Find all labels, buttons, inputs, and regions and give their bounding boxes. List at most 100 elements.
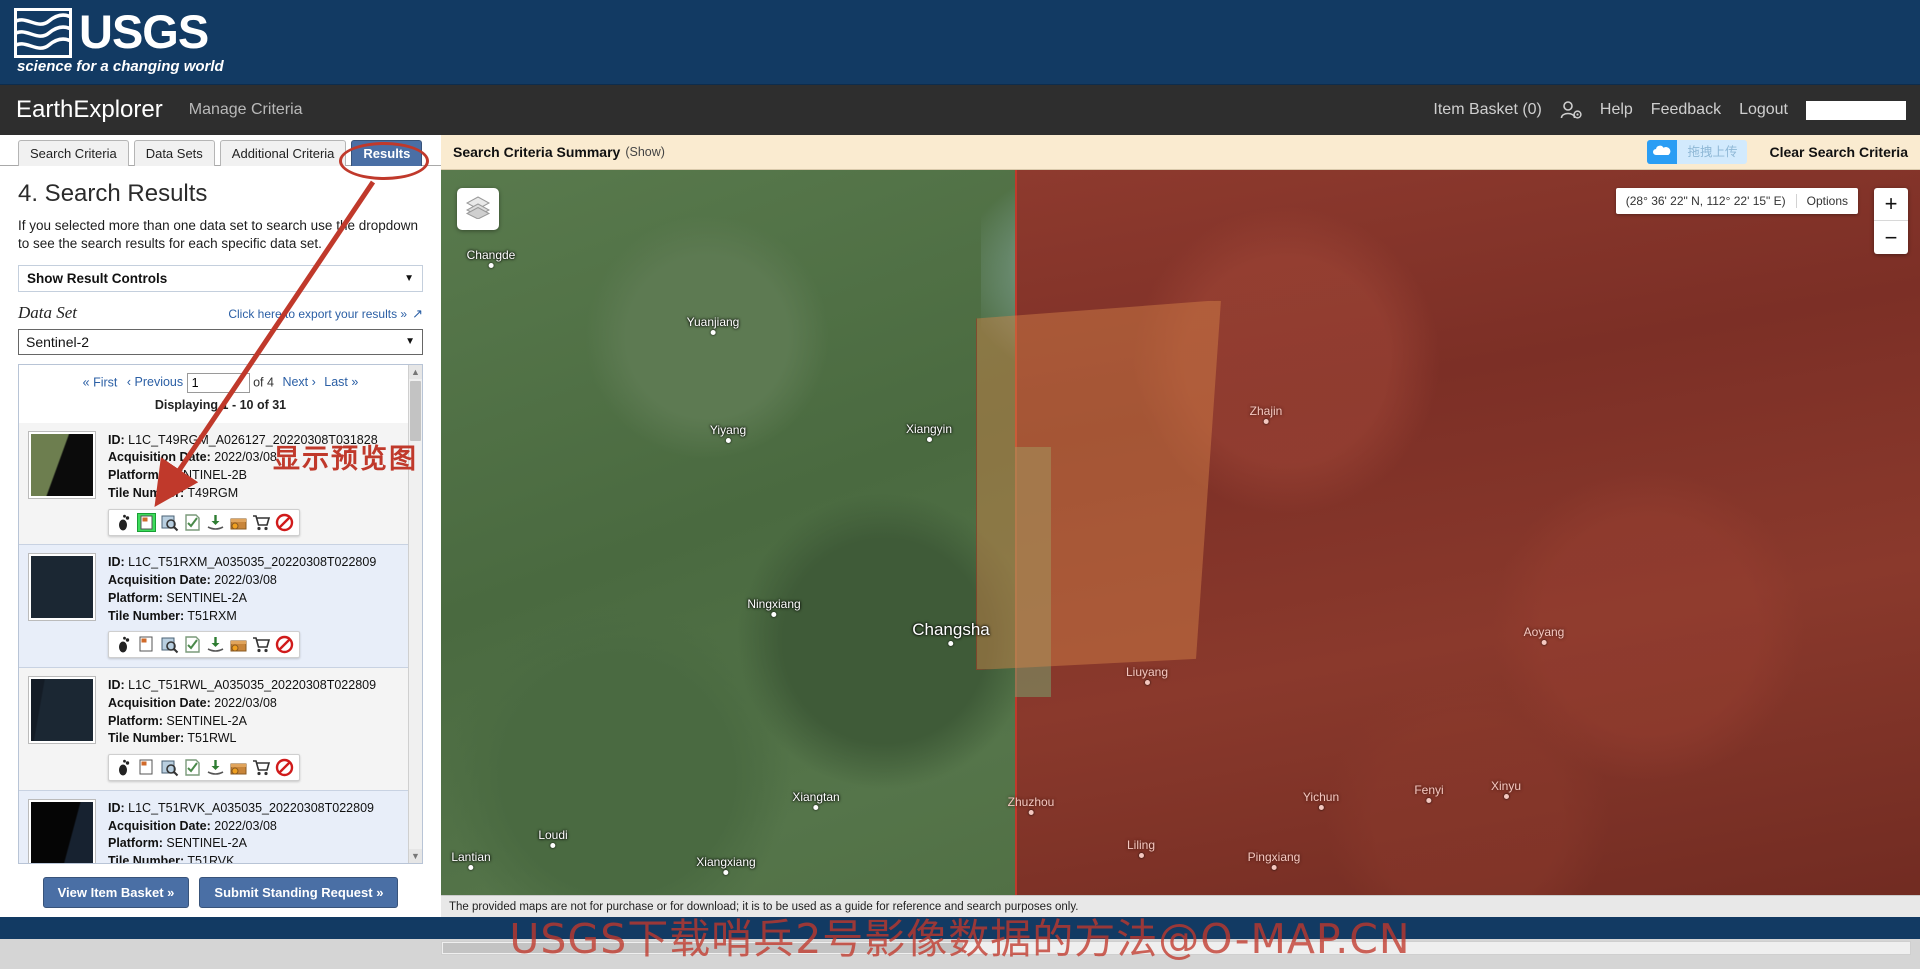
bulk-download-icon[interactable] bbox=[229, 635, 248, 654]
result-date-value: 2022/03/08 bbox=[214, 450, 277, 464]
metadata-icon[interactable] bbox=[183, 513, 202, 532]
bulk-download-icon[interactable] bbox=[229, 758, 248, 777]
left-results-panel: Search Criteria Data Sets Additional Cri… bbox=[0, 135, 441, 969]
panel-description: If you selected more than one data set t… bbox=[18, 217, 423, 253]
nav-manage-criteria[interactable]: Manage Criteria bbox=[189, 101, 303, 119]
coordinate-value: (28° 36' 22" N, 112° 22' 15" E) bbox=[1616, 194, 1796, 208]
result-platform-value: SENTINEL-2B bbox=[166, 468, 247, 482]
result-platform-value: SENTINEL-2A bbox=[166, 836, 247, 850]
compare-browse-icon[interactable] bbox=[160, 513, 179, 532]
dataset-select[interactable]: Sentinel-2 ▼ bbox=[18, 329, 423, 355]
usgs-tagline: science for a changing world bbox=[17, 58, 224, 75]
nav-logout[interactable]: Logout bbox=[1739, 101, 1788, 119]
baidu-upload-label: 拖拽上传 bbox=[1677, 140, 1747, 164]
map-coordinate-display: (28° 36' 22" N, 112° 22' 15" E) Options bbox=[1616, 188, 1858, 214]
clear-search-criteria-link[interactable]: Clear Search Criteria bbox=[1769, 144, 1908, 160]
scene-thumbnail[interactable] bbox=[29, 677, 95, 743]
map-canvas[interactable]: Changde Yuanjiang Yiyang Xiangyin Ningxi… bbox=[441, 170, 1920, 930]
search-criteria-summary-bar: Search Criteria Summary (Show) 拖拽上传 Clea… bbox=[441, 135, 1920, 170]
result-list-item[interactable]: ID: L1C_T51RXM_A035035_20220308T022809 A… bbox=[19, 545, 408, 668]
username-field[interactable] bbox=[1806, 101, 1906, 120]
results-scrollbar[interactable]: ▲ ▼ bbox=[408, 365, 422, 863]
result-id-label: ID: bbox=[108, 433, 125, 447]
show-browse-overlay-icon[interactable] bbox=[137, 513, 156, 532]
pager-first[interactable]: « First bbox=[83, 375, 118, 389]
result-platform-label: Platform: bbox=[108, 836, 163, 850]
bulk-download-icon[interactable] bbox=[229, 513, 248, 532]
result-date-value: 2022/03/08 bbox=[214, 819, 277, 833]
metadata-icon[interactable] bbox=[183, 635, 202, 654]
nav-item-basket[interactable]: Item Basket (0) bbox=[1433, 101, 1541, 119]
pagination-controls: « First ‹ Previous of 4 Next › Last » bbox=[19, 365, 422, 393]
result-action-toolbar bbox=[108, 509, 300, 536]
baidu-netdisk-icon bbox=[1647, 140, 1677, 164]
download-options-icon[interactable] bbox=[206, 513, 225, 532]
show-browse-overlay-icon[interactable] bbox=[137, 635, 156, 654]
pager-last[interactable]: Last » bbox=[324, 375, 358, 389]
map-options-button[interactable]: Options bbox=[1796, 194, 1858, 208]
pager-previous[interactable]: ‹ Previous bbox=[127, 375, 183, 389]
user-settings-icon[interactable] bbox=[1560, 100, 1582, 120]
show-result-controls-label: Show Result Controls bbox=[27, 271, 167, 286]
usgs-logo[interactable]: USGS bbox=[14, 8, 208, 58]
result-platform-label: Platform: bbox=[108, 468, 163, 482]
scroll-down-icon[interactable]: ▼ bbox=[409, 849, 422, 863]
scrollbar-thumb[interactable] bbox=[443, 943, 963, 953]
layers-icon bbox=[465, 195, 491, 224]
nav-feedback[interactable]: Feedback bbox=[1651, 101, 1721, 119]
scene-footprint-overlay[interactable] bbox=[976, 300, 1226, 670]
horizontal-scrollbar[interactable] bbox=[441, 941, 1911, 955]
dataset-heading: Data Set bbox=[18, 303, 77, 323]
scrollbar-thumb[interactable] bbox=[410, 381, 421, 441]
footprint-icon[interactable] bbox=[114, 513, 133, 532]
exclude-scene-icon[interactable] bbox=[275, 635, 294, 654]
metadata-icon[interactable] bbox=[183, 758, 202, 777]
show-result-controls-dropdown[interactable]: Show Result Controls ▼ bbox=[18, 265, 423, 292]
exclude-scene-icon[interactable] bbox=[275, 758, 294, 777]
compare-browse-icon[interactable] bbox=[160, 635, 179, 654]
result-date-value: 2022/03/08 bbox=[214, 696, 277, 710]
search-criteria-summary-toggle[interactable]: (Show) bbox=[625, 145, 665, 159]
baidu-upload-widget[interactable]: 拖拽上传 bbox=[1647, 140, 1747, 164]
scene-thumbnail[interactable] bbox=[29, 432, 95, 498]
search-criteria-summary-title: Search Criteria Summary bbox=[453, 144, 620, 160]
download-options-icon[interactable] bbox=[206, 635, 225, 654]
app-brand[interactable]: EarthExplorer bbox=[16, 96, 163, 124]
add-to-cart-icon[interactable] bbox=[252, 758, 271, 777]
tab-search-criteria[interactable]: Search Criteria bbox=[18, 140, 129, 166]
submit-standing-request-button[interactable]: Submit Standing Request » bbox=[199, 877, 398, 908]
zoom-in-button[interactable]: + bbox=[1874, 188, 1908, 221]
view-item-basket-button[interactable]: View Item Basket » bbox=[43, 877, 190, 908]
result-tile-label: Tile Number: bbox=[108, 731, 184, 745]
result-list-item[interactable]: ID: L1C_T51RVK_A035035_20220308T022809 A… bbox=[19, 791, 408, 863]
show-browse-overlay-icon[interactable] bbox=[137, 758, 156, 777]
map-layers-control[interactable] bbox=[457, 188, 499, 230]
footprint-icon[interactable] bbox=[114, 758, 133, 777]
footprint-icon[interactable] bbox=[114, 635, 133, 654]
external-link-icon[interactable]: ↗ bbox=[412, 306, 423, 322]
compare-browse-icon[interactable] bbox=[160, 758, 179, 777]
result-action-toolbar bbox=[108, 631, 300, 658]
add-to-cart-icon[interactable] bbox=[252, 513, 271, 532]
tab-data-sets[interactable]: Data Sets bbox=[134, 140, 215, 166]
pager-next[interactable]: Next › bbox=[282, 375, 315, 389]
scene-thumbnail[interactable] bbox=[29, 800, 95, 863]
result-list-item[interactable]: ID: L1C_T51RWL_A035035_20220308T022809 A… bbox=[19, 668, 408, 791]
map-area: Search Criteria Summary (Show) 拖拽上传 Clea… bbox=[441, 135, 1920, 969]
scroll-up-icon[interactable]: ▲ bbox=[409, 365, 422, 379]
nav-help[interactable]: Help bbox=[1600, 101, 1633, 119]
export-results-link[interactable]: Click here to export your results » bbox=[228, 307, 407, 321]
add-to-cart-icon[interactable] bbox=[252, 635, 271, 654]
exclude-scene-icon[interactable] bbox=[275, 513, 294, 532]
scene-thumbnail[interactable] bbox=[29, 554, 95, 620]
zoom-out-button[interactable]: − bbox=[1874, 221, 1908, 254]
result-tile-value: T51RVK bbox=[187, 854, 234, 863]
result-tile-value: T51RWL bbox=[187, 731, 236, 745]
result-list-item[interactable]: ID: L1C_T49RGM_A026127_20220308T031828 A… bbox=[19, 423, 408, 546]
tab-additional-criteria[interactable]: Additional Criteria bbox=[220, 140, 347, 166]
page-number-input[interactable] bbox=[187, 373, 250, 393]
download-options-icon[interactable] bbox=[206, 758, 225, 777]
pager-total: of 4 bbox=[253, 375, 274, 389]
tab-results[interactable]: Results bbox=[351, 140, 422, 166]
result-platform-label: Platform: bbox=[108, 714, 163, 728]
